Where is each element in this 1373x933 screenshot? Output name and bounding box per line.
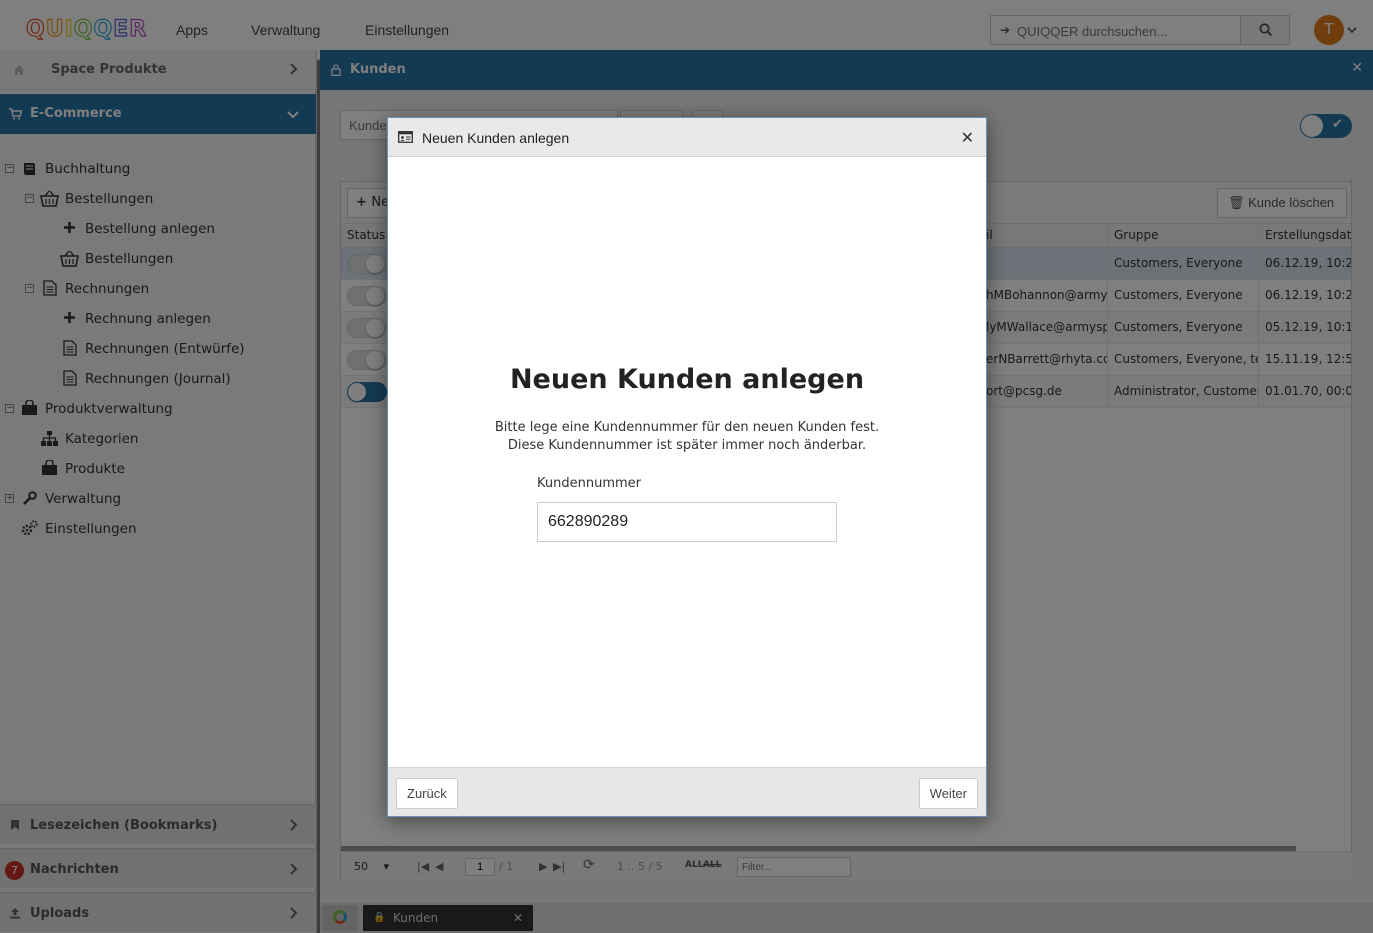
customer-number-input[interactable] (537, 502, 837, 542)
customer-number-label: Kundennummer (537, 476, 641, 491)
new-customer-dialog: Neuen Kunden anlegen ✕ Neuen Kunden anle… (387, 117, 987, 817)
dialog-title-bar: Neuen Kunden anlegen ✕ (388, 118, 986, 157)
back-button[interactable]: Zurück (396, 778, 458, 809)
dialog-title: Neuen Kunden anlegen (422, 130, 570, 146)
dialog-text-line-2: Diese Kundennummer ist später immer noch… (507, 438, 867, 453)
dialog-heading: Neuen Kunden anlegen (509, 364, 865, 395)
id-card-icon (398, 131, 413, 143)
next-button[interactable]: Weiter (918, 778, 978, 809)
dialog-footer: Zurück Weiter (388, 767, 986, 816)
close-icon[interactable]: ✕ (961, 128, 974, 147)
dialog-text-line-1: Bitte lege eine Kundennummer für den neu… (494, 420, 880, 435)
